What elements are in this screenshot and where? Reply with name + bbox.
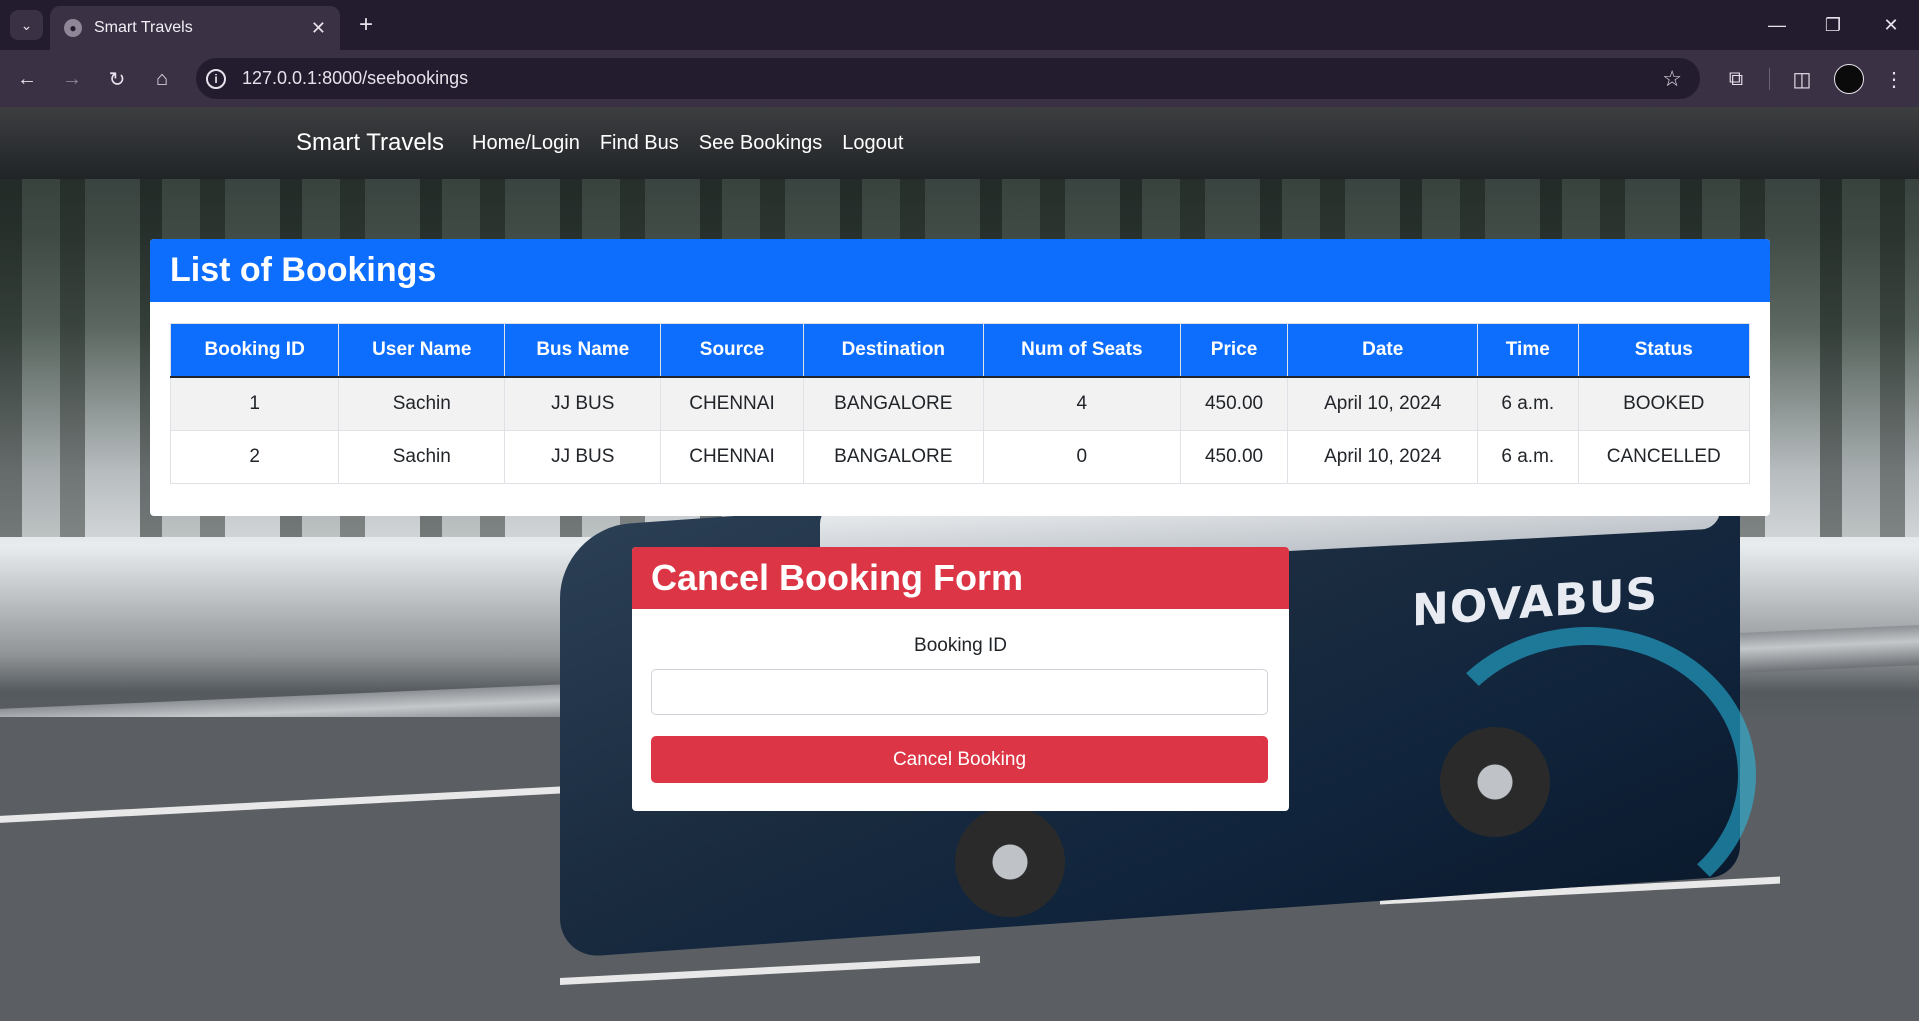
cancel-booking-button[interactable]: Cancel Booking bbox=[651, 736, 1268, 783]
table-cell: April 10, 2024 bbox=[1287, 430, 1479, 484]
browser-tab[interactable]: ● Smart Travels ✕ bbox=[50, 6, 340, 50]
table-cell: BANGALORE bbox=[802, 430, 984, 484]
booking-id-input[interactable] bbox=[651, 669, 1268, 715]
column-header: User Name bbox=[338, 323, 506, 378]
column-header: Date bbox=[1287, 323, 1479, 378]
toolbar-divider bbox=[1769, 68, 1770, 90]
table-cell: 450.00 bbox=[1179, 430, 1289, 484]
cancel-form-title: Cancel Booking Form bbox=[632, 547, 1289, 609]
menu-icon[interactable]: ⋮ bbox=[1879, 64, 1909, 94]
column-header: Time bbox=[1477, 323, 1579, 378]
reload-icon[interactable]: ↻ bbox=[102, 64, 132, 94]
navbar-brand[interactable]: Smart Travels bbox=[296, 129, 444, 157]
minimize-icon[interactable]: — bbox=[1762, 10, 1792, 40]
column-header: Booking ID bbox=[169, 323, 340, 378]
close-icon[interactable]: ✕ bbox=[311, 18, 326, 39]
extensions-icon[interactable]: ⧉ bbox=[1721, 64, 1751, 94]
table-row: 2 Sachin JJ BUS CHENNAI BANGALORE 0 450.… bbox=[169, 430, 1751, 484]
status-cell: CANCELLED bbox=[1577, 430, 1751, 484]
sidepanel-icon[interactable]: ◫ bbox=[1787, 64, 1817, 94]
column-header: Source bbox=[660, 323, 804, 378]
table-cell: 4 bbox=[982, 376, 1181, 431]
nav-link-home-login[interactable]: Home/Login bbox=[472, 132, 580, 155]
nav-link-see-bookings[interactable]: See Bookings bbox=[699, 132, 822, 155]
tab-title: Smart Travels bbox=[94, 19, 193, 36]
globe-icon: ● bbox=[64, 19, 82, 37]
column-header: Price bbox=[1179, 323, 1289, 378]
table-cell: 0 bbox=[982, 430, 1181, 484]
bus-wheel bbox=[1440, 727, 1550, 837]
profile-icon[interactable] bbox=[1834, 64, 1864, 94]
forward-icon[interactable]: → bbox=[57, 64, 87, 94]
table-header-row: Booking ID User Name Bus Name Source Des… bbox=[169, 323, 1751, 378]
star-icon[interactable]: ☆ bbox=[1662, 66, 1682, 92]
restore-icon[interactable]: ❐ bbox=[1818, 10, 1848, 40]
status-cell: BOOKED bbox=[1577, 376, 1751, 431]
table-cell: 1 bbox=[169, 376, 340, 431]
plus-icon[interactable]: + bbox=[354, 10, 378, 40]
back-icon[interactable]: ← bbox=[12, 64, 42, 94]
nav-link-logout[interactable]: Logout bbox=[842, 132, 903, 155]
column-header: Status bbox=[1577, 323, 1751, 378]
bookings-title: List of Bookings bbox=[150, 239, 1770, 302]
table-cell: Sachin bbox=[338, 430, 506, 484]
browser-tab-bar: ⌄ ● Smart Travels ✕ + — ❐ ✕ bbox=[0, 0, 1919, 50]
address-bar[interactable]: i 127.0.0.1:8000/seebookings ☆ bbox=[196, 58, 1700, 99]
nav-link-find-bus[interactable]: Find Bus bbox=[600, 132, 679, 155]
info-icon[interactable]: i bbox=[206, 68, 226, 89]
bookings-card: List of Bookings Booking ID User Name Bu… bbox=[150, 239, 1770, 516]
table-row: 1 Sachin JJ BUS CHENNAI BANGALORE 4 450.… bbox=[169, 376, 1751, 431]
home-icon[interactable]: ⌂ bbox=[147, 64, 177, 94]
bookings-table: Booking ID User Name Bus Name Source Des… bbox=[169, 323, 1751, 484]
tab-dropdown-icon[interactable]: ⌄ bbox=[10, 10, 43, 40]
table-cell: 450.00 bbox=[1179, 376, 1289, 431]
table-cell: JJ BUS bbox=[504, 376, 662, 431]
booking-id-label: Booking ID bbox=[914, 635, 1007, 656]
table-cell: 6 a.m. bbox=[1477, 376, 1579, 431]
table-cell: 6 a.m. bbox=[1477, 430, 1579, 484]
url-text[interactable]: 127.0.0.1:8000/seebookings bbox=[242, 68, 1662, 89]
table-cell: Sachin bbox=[338, 376, 506, 431]
column-header: Destination bbox=[802, 323, 984, 378]
address-toolbar: ← → ↻ ⌂ i 127.0.0.1:8000/seebookings ☆ ⧉… bbox=[0, 50, 1919, 107]
nav-links: Home/Login Find Bus See Bookings Logout bbox=[472, 132, 903, 155]
page-viewport: NOVABUS Smart Travels Home/Login Find Bu… bbox=[0, 107, 1919, 1021]
table-cell: 2 bbox=[169, 430, 340, 484]
table-cell: BANGALORE bbox=[802, 376, 984, 431]
bus-wheel bbox=[955, 807, 1065, 917]
column-header: Bus Name bbox=[504, 323, 662, 378]
site-navbar: Smart Travels Home/Login Find Bus See Bo… bbox=[0, 107, 1919, 179]
cancel-booking-card: Cancel Booking Form Booking ID Cancel Bo… bbox=[632, 547, 1289, 811]
table-cell: CHENNAI bbox=[660, 430, 804, 484]
table-cell: April 10, 2024 bbox=[1287, 376, 1479, 431]
table-cell: JJ BUS bbox=[504, 430, 662, 484]
column-header: Num of Seats bbox=[982, 323, 1181, 378]
window-close-icon[interactable]: ✕ bbox=[1876, 10, 1906, 40]
table-cell: CHENNAI bbox=[660, 376, 804, 431]
